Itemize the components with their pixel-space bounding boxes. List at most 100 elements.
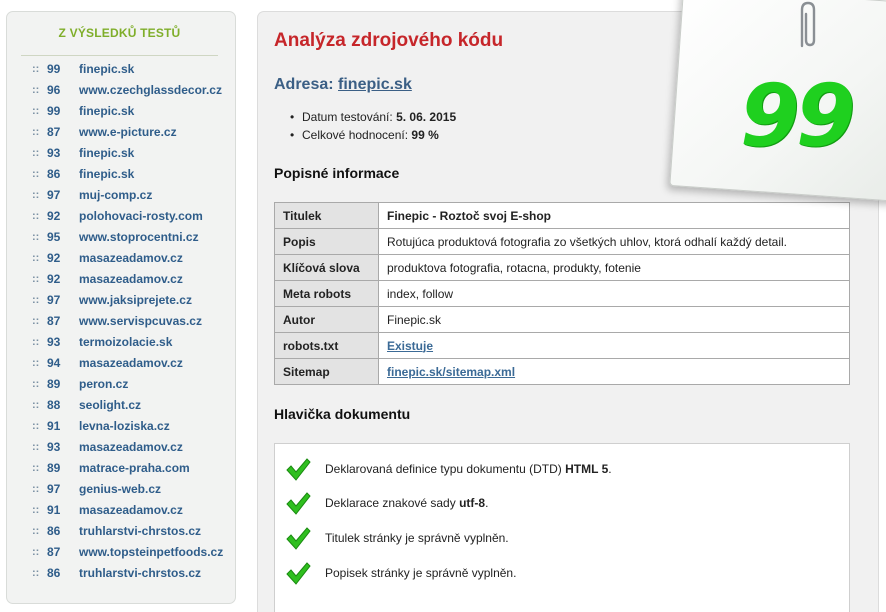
check-title-text: Titulek stránky je správně vyplněn. [325, 531, 509, 545]
result-score: 92 [47, 209, 61, 223]
overall-rating: Celkové hodnocení: 99 % [290, 126, 456, 144]
check-dtd-text: Deklarovaná definice typu dokumentu (DTD… [325, 462, 562, 476]
list-bullet: :: [32, 546, 40, 558]
result-site-link[interactable]: peron.cz [79, 374, 128, 395]
result-site-link[interactable]: www.jaksiprejete.cz [79, 290, 192, 311]
meta-robots-label: Meta robots [274, 280, 379, 307]
result-site-link[interactable]: truhlarstvi-chrstos.cz [79, 563, 201, 584]
result-site-link[interactable]: seolight.cz [79, 395, 141, 416]
result-site-link[interactable]: www.topsteinpetfoods.cz [79, 542, 223, 563]
result-score: 89 [47, 377, 61, 391]
list-item: :: 93 termoizolacie.sk [7, 332, 237, 353]
result-score: 93 [47, 440, 61, 454]
green-checkmark-icon [286, 527, 311, 550]
list-bullet: :: [32, 252, 40, 264]
sidebar-title: Z VÝSLEDKŮ TESTŮ [21, 26, 218, 56]
list-bullet: :: [32, 126, 40, 138]
meta-robots-value: index, follow [378, 280, 850, 307]
result-site-link[interactable]: polohovaci-rosty.com [79, 206, 203, 227]
page-title: Analýza zdrojového kódu [274, 30, 504, 51]
result-score: 86 [47, 524, 61, 538]
score-value: 99 [740, 66, 856, 166]
result-site-link[interactable]: www.servispcuvas.cz [79, 311, 202, 332]
result-site-link[interactable]: www.stoprocentni.cz [79, 227, 199, 248]
list-item: :: 86 truhlarstvi-chrstos.cz [7, 563, 237, 584]
result-site-link[interactable]: termoizolacie.sk [79, 332, 172, 353]
description-value: Rotujúca produktová fotografia zo všetký… [378, 228, 850, 255]
list-item: :: 99 finepic.sk [7, 59, 237, 80]
list-bullet: :: [32, 420, 40, 432]
result-site-link[interactable]: masazeadamov.cz [79, 353, 183, 374]
check-charset-end: . [485, 496, 489, 510]
results-list: :: 99 finepic.sk:: 96 www.czechglassdecor.cz… [7, 59, 237, 584]
author-value: Finepic.sk [378, 306, 850, 333]
list-item: :: 99 finepic.sk [7, 101, 237, 122]
list-bullet: :: [32, 399, 40, 411]
table-row: Autor Finepic.sk [274, 306, 850, 333]
list-item: :: 96 www.czechglassdecor.cz [7, 80, 237, 101]
robots-txt-link[interactable]: Existuje [387, 339, 433, 353]
title-label: Titulek [274, 202, 379, 229]
list-bullet: :: [32, 105, 40, 117]
address-link[interactable]: finepic.sk [338, 76, 412, 93]
check-item-dtd: Deklarovaná definice typu dokumentu (DTD… [285, 456, 845, 482]
check-description-text: Popisek stránky je správně vyplněn. [325, 566, 517, 580]
result-site-link[interactable]: masazeadamov.cz [79, 437, 183, 458]
result-site-link[interactable]: levna-loziska.cz [79, 416, 170, 437]
green-checkmark-icon [286, 458, 311, 481]
result-score: 88 [47, 398, 61, 412]
result-site-link[interactable]: truhlarstvi-chrstos.cz [79, 521, 201, 542]
result-site-link[interactable]: masazeadamov.cz [79, 269, 183, 290]
result-score: 92 [47, 272, 61, 286]
result-score: 95 [47, 230, 61, 244]
table-row: Meta robots index, follow [274, 280, 850, 307]
list-bullet: :: [32, 357, 40, 369]
result-site-link[interactable]: finepic.sk [79, 143, 134, 164]
green-checkmark-icon [286, 562, 311, 585]
list-item: :: 92 masazeadamov.cz [7, 269, 237, 290]
result-site-link[interactable]: finepic.sk [79, 101, 134, 122]
keywords-value: produktova fotografia, rotacna, produkty… [378, 254, 850, 281]
result-site-link[interactable]: muj-comp.cz [79, 185, 152, 206]
result-site-link[interactable]: www.e-picture.cz [79, 122, 177, 143]
check-item-description: Popisek stránky je správně vyplněn. [285, 560, 845, 586]
list-item: :: 89 peron.cz [7, 374, 237, 395]
list-item: :: 87 www.servispcuvas.cz [7, 311, 237, 332]
results-sidebar: Z VÝSLEDKŮ TESTŮ :: 99 finepic.sk:: 96 www.c… [6, 11, 236, 604]
list-item: :: 86 truhlarstvi-chrstos.cz [7, 521, 237, 542]
result-site-link[interactable]: www.czechglassdecor.cz [79, 80, 222, 101]
list-item: :: 87 www.e-picture.cz [7, 122, 237, 143]
list-item: :: 94 masazeadamov.cz [7, 353, 237, 374]
descriptive-info-table: Titulek Finepic - Roztoč svoj E-shop Pop… [274, 202, 850, 385]
list-bullet: :: [32, 189, 40, 201]
document-header-heading: Hlavička dokumentu [274, 406, 411, 422]
check-dtd-bold: HTML 5 [565, 462, 609, 476]
result-site-link[interactable]: finepic.sk [79, 59, 134, 80]
list-item: :: 97 www.jaksiprejete.cz [7, 290, 237, 311]
result-site-link[interactable]: masazeadamov.cz [79, 248, 183, 269]
sitemap-value: finepic.sk/sitemap.xml [378, 358, 850, 385]
sitemap-label: Sitemap [274, 358, 379, 385]
list-item: :: 87 www.topsteinpetfoods.cz [7, 542, 237, 563]
result-score: 89 [47, 461, 61, 475]
list-item: :: 86 finepic.sk [7, 164, 237, 185]
list-bullet: :: [32, 462, 40, 474]
check-charset-text: Deklarace znakové sady [325, 496, 456, 510]
result-site-link[interactable]: finepic.sk [79, 164, 134, 185]
result-site-link[interactable]: genius-web.cz [79, 479, 161, 500]
list-bullet: :: [32, 378, 40, 390]
green-checkmark-icon [286, 492, 311, 515]
sitemap-link[interactable]: finepic.sk/sitemap.xml [387, 365, 515, 379]
result-score: 97 [47, 188, 61, 202]
list-bullet: :: [32, 441, 40, 453]
list-item: :: 88 seolight.cz [7, 395, 237, 416]
list-bullet: :: [32, 294, 40, 306]
result-site-link[interactable]: masazeadamov.cz [79, 500, 183, 521]
list-item: :: 97 muj-comp.cz [7, 185, 237, 206]
table-row: Popis Rotujúca produktová fotografia zo … [274, 228, 850, 255]
list-item: :: 92 polohovaci-rosty.com [7, 206, 237, 227]
list-bullet: :: [32, 315, 40, 327]
result-score: 97 [47, 482, 61, 496]
result-site-link[interactable]: matrace-praha.com [79, 458, 190, 479]
list-item: :: 91 levna-loziska.cz [7, 416, 237, 437]
